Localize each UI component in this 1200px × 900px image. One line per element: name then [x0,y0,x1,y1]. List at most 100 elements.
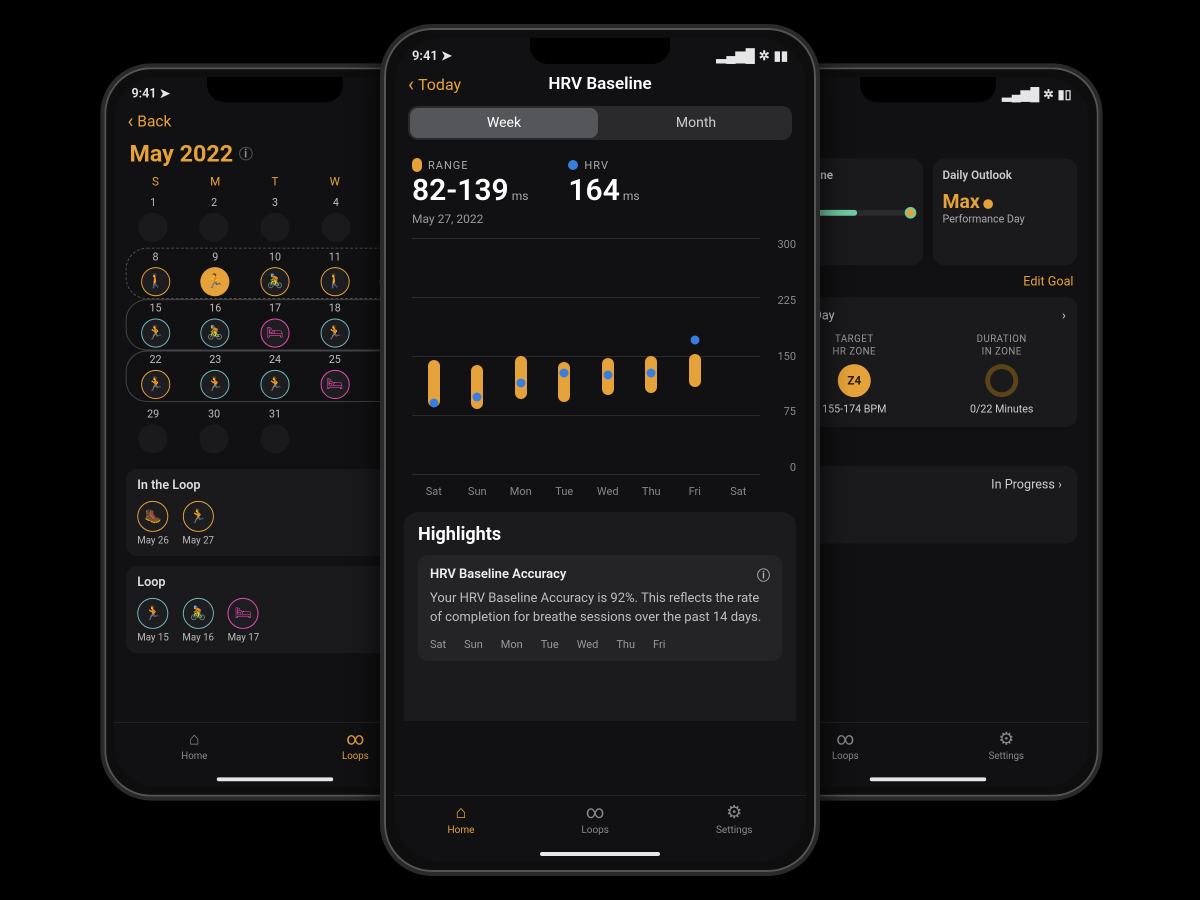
sleep-icon: 🛏 [235,606,252,622]
metric-label: DURATION IN ZONE [938,333,1066,358]
hrv-chart[interactable]: 300225150750 SatSunMonTueWedThuFriSat [412,238,796,498]
chart-hrv-point[interactable] [603,370,612,379]
notch [207,77,343,102]
battery-icon: ▮▯ [1058,87,1072,102]
calendar-day[interactable]: 9🏃 [188,251,242,297]
run-icon: 🏃 [147,325,164,341]
run-icon: 🏃 [207,377,224,393]
cycle-icon: 🚴 [207,325,224,341]
loop-day[interactable]: 🏃May 27 [182,501,214,547]
range-dot-icon [412,158,422,172]
highlight-title: HRV Baseline Accuracy [430,567,566,582]
run-icon: 🏃 [207,274,224,290]
chart-y-axis: 300225150750 [764,238,796,474]
wifi-icon: ✲ [1043,87,1054,102]
chart-hrv-point[interactable] [429,399,438,408]
calendar-day[interactable]: 4 [308,196,363,242]
calendar-day[interactable]: 10🚴 [248,251,302,297]
status-time: 9:41 ➤ [412,49,452,64]
loop-day[interactable]: 🥾May 26 [137,501,169,547]
tab-settings[interactable]: ⚙Settings [989,729,1024,762]
gear-icon: ⚙ [716,802,753,823]
calendar-day[interactable]: 18🏃 [308,302,362,348]
chart-hrv-point[interactable] [647,369,656,378]
home-indicator[interactable] [217,777,333,781]
calendar-day[interactable]: 25🛏 [308,353,362,399]
small-number: 27 [790,519,1065,532]
tab-loops[interactable]: ∞Loops [832,729,859,762]
calendar-day[interactable]: 2 [187,196,242,242]
status-time: 9:41 ➤ [131,87,170,102]
progress-ring-icon [985,364,1018,397]
chart-hrv-point[interactable] [516,378,525,387]
chart-range-bar[interactable] [471,365,483,410]
chevron-right-icon: › [1058,478,1062,493]
segment-week[interactable]: Week [410,108,598,138]
info-icon[interactable]: i [239,147,253,161]
loop-day[interactable]: 🛏May 17 [228,598,260,644]
calendar-day[interactable]: 24🏃 [248,353,302,399]
zone-badge: Z4 [838,364,871,397]
calendar-day[interactable]: 8🚶 [129,251,183,297]
calendar-day[interactable]: 30 [187,408,242,454]
segment-month[interactable]: Month [602,108,790,138]
calendar-day[interactable]: 31 [247,408,302,454]
home-icon: ⌂ [181,729,207,749]
run-icon: 🏃 [147,377,164,393]
calendar-day[interactable]: 11🚶 [308,251,362,297]
calendar-day[interactable]: 22🏃 [129,353,183,399]
cycle-icon: 🚴 [190,606,207,622]
calendar-day[interactable]: 3 [247,196,302,242]
infinity-icon: ∞ [342,729,369,749]
tab-bar: ⌂Home ∞Loops ⚙Settings [394,795,806,848]
hrv-dot-icon [568,160,578,170]
loop-day[interactable]: 🚴May 16 [182,598,214,644]
tab-home[interactable]: ⌂Home [447,802,474,836]
duration-in-zone: DURATION IN ZONE 0/22 Minutes [938,333,1066,415]
chevron-left-icon: ‹ [128,111,134,130]
outlook-value: Max [943,190,1068,213]
home-indicator[interactable] [540,852,660,856]
walk-icon: 🚶 [326,274,343,290]
calendar-day[interactable]: 16🚴 [188,302,242,348]
performance-day-row[interactable]: nce Day› TARGET HR ZONE Z4 155-174 BPM D… [779,297,1078,427]
highlight-days: SatSunMonTueWedThuFri [430,638,770,651]
tab-home[interactable]: ⌂Home [181,729,207,762]
info-icon[interactable]: ⓘ [757,565,770,584]
tab-loops[interactable]: ∞Loops [581,802,609,836]
gear-icon: ⚙ [989,729,1024,749]
walk-icon: 🚶 [147,274,164,290]
wifi-icon: ✲ [759,49,770,64]
chart-range-bar[interactable] [689,354,701,387]
notch [530,38,670,64]
signal-icon: ▂▄▆█ [716,48,754,64]
calendar-day[interactable]: 23🏃 [188,353,242,399]
chart-hrv-point[interactable] [560,369,569,378]
home-icon: ⌂ [447,802,474,823]
calendar-day[interactable]: 29 [126,408,181,454]
section-title: Highlights [418,524,782,545]
daily-outlook-card[interactable]: Daily Outlook Max Performance Day [933,158,1078,265]
chart-hrv-point[interactable] [690,336,699,345]
metric-value: 0/22 Minutes [938,403,1066,416]
in-progress-row[interactable]: In Progress › 27 [779,466,1078,544]
run-icon: 🏃 [145,606,162,622]
readout-date: May 27, 2022 [394,208,806,230]
highlights-section: Highlights HRV Baseline Accuracy ⓘ Your … [404,512,796,721]
hrv-readout: HRV 164ms [568,154,639,208]
tab-settings[interactable]: ⚙Settings [716,802,753,836]
home-indicator[interactable] [870,777,986,781]
location-icon: ➤ [441,49,452,64]
calendar-day[interactable]: 15🏃 [129,302,183,348]
tab-loops[interactable]: ∞Loops [342,729,369,762]
chevron-left-icon: ‹ [408,74,414,94]
battery-icon: ▮▮ [774,49,788,64]
calendar-day[interactable]: 17🛏 [248,302,302,348]
highlight-card[interactable]: HRV Baseline Accuracy ⓘ Your HRV Baselin… [418,555,782,661]
calendar-day[interactable]: 1 [126,196,181,242]
loop-day[interactable]: 🏃May 15 [137,598,169,644]
chart-hrv-point[interactable] [473,392,482,401]
back-button[interactable]: ‹ Today [408,74,461,94]
row-status: In Progress [991,478,1055,493]
hike-icon: 🥾 [145,509,162,525]
